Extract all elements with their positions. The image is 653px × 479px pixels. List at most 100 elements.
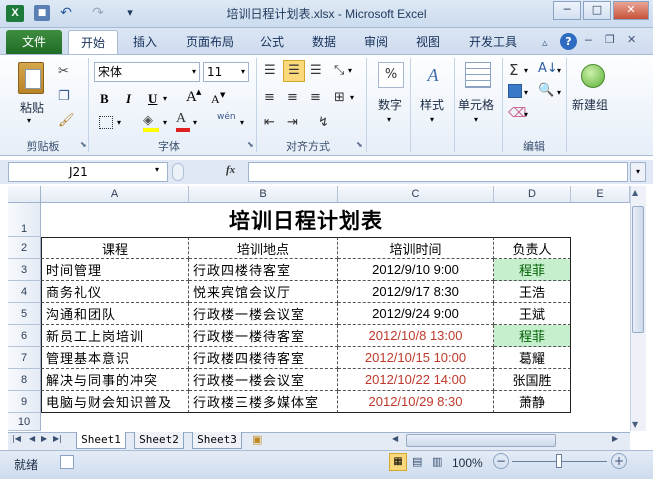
macro-record-icon[interactable] [60, 455, 74, 469]
header-cell-place[interactable]: 培训地点 [189, 237, 338, 259]
clear-dropdown-icon[interactable]: ▾ [524, 110, 528, 119]
row-header-9[interactable]: 9 [8, 391, 41, 413]
number-dropdown-icon[interactable]: ▾ [387, 115, 391, 124]
horizontal-scroll-right-icon[interactable]: ▶ [612, 434, 618, 443]
phonetic-dropdown-icon[interactable]: ▾ [240, 118, 244, 127]
paste-dropdown-icon[interactable]: ▾ [27, 116, 31, 125]
align-right-icon[interactable]: ≡ [310, 90, 321, 105]
tab-page-layout[interactable]: 页面布局 [178, 30, 242, 54]
page-layout-view-icon[interactable]: ▤ [412, 455, 422, 468]
paste-icon[interactable] [18, 62, 44, 94]
close-button[interactable]: ✕ [613, 1, 649, 20]
workbook-restore-icon[interactable]: ❐ [605, 33, 615, 46]
place-cell[interactable]: 悦来宾馆会议厅 [189, 281, 338, 303]
sheet-nav-next-icon[interactable]: ▶ [41, 434, 47, 443]
underline-button[interactable]: U [148, 91, 157, 107]
text-orientation-dropdown-icon[interactable]: ▾ [348, 66, 352, 75]
cells-button[interactable]: 单元格 [458, 96, 494, 113]
zoom-in-icon[interactable]: + [611, 453, 627, 469]
owner-cell[interactable]: 程菲 [494, 259, 571, 281]
time-cell[interactable]: 2012/10/22 14:00 [338, 369, 494, 391]
align-left-icon[interactable]: ≡ [264, 90, 275, 105]
horizontal-scroll-thumb[interactable] [406, 434, 556, 447]
styles-dropdown-icon[interactable]: ▾ [430, 115, 434, 124]
font-color-icon[interactable]: A [176, 111, 190, 132]
fill-color-icon[interactable]: ◈ [143, 113, 159, 132]
merge-center-icon[interactable]: ⊞ [334, 90, 345, 105]
column-header-d[interactable]: D [494, 186, 571, 203]
sheet-nav-prev-icon[interactable]: ◀ [29, 434, 35, 443]
column-header-c[interactable]: C [338, 186, 494, 203]
tab-view[interactable]: 视图 [408, 30, 448, 54]
header-cell-owner[interactable]: 负责人 [494, 237, 571, 259]
number-format-icon[interactable]: % [378, 62, 404, 88]
course-cell[interactable]: 新员工上岗培训 [41, 325, 189, 347]
decrease-indent-icon[interactable]: ⇤ [264, 115, 275, 130]
workbook-minimize-icon[interactable]: ─ [585, 34, 592, 47]
text-orientation-icon[interactable]: ⤡ [334, 63, 344, 78]
align-middle-icon[interactable]: ☰ [283, 60, 305, 82]
autosum-icon[interactable]: Σ [509, 61, 518, 79]
cut-icon[interactable]: ✂ [58, 64, 69, 79]
header-cell-course[interactable]: 课程 [41, 237, 189, 259]
course-cell[interactable]: 商务礼仪 [41, 281, 189, 303]
cells-icon[interactable] [465, 62, 491, 88]
tab-formulas[interactable]: 公式 [252, 30, 292, 54]
italic-button[interactable]: I [126, 91, 131, 107]
align-bottom-icon[interactable]: ☰ [310, 63, 322, 78]
scroll-up-icon[interactable]: ▲ [632, 188, 638, 197]
row-header-4[interactable]: 4 [8, 281, 41, 303]
new-group-icon[interactable] [581, 64, 605, 88]
row-header-1[interactable]: 1 [8, 203, 41, 237]
horizontal-scroll-left-icon[interactable]: ◀ [392, 434, 398, 443]
column-header-a[interactable]: A [41, 186, 189, 203]
place-cell[interactable]: 行政楼一楼会议室 [189, 303, 338, 325]
name-box[interactable]: J21 [8, 162, 168, 182]
formula-input[interactable] [248, 162, 628, 182]
scroll-down-icon[interactable]: ▼ [632, 420, 638, 429]
new-group-button[interactable]: 新建组 [572, 96, 608, 113]
normal-view-icon[interactable]: ▦ [389, 453, 407, 471]
course-cell[interactable]: 沟通和团队 [41, 303, 189, 325]
owner-cell[interactable]: 张国胜 [494, 369, 571, 391]
styles-button[interactable]: 样式 [420, 96, 444, 113]
align-top-icon[interactable]: ☰ [264, 63, 276, 78]
owner-cell[interactable]: 王斌 [494, 303, 571, 325]
workbook-close-icon[interactable]: ✕ [627, 33, 636, 46]
sheet-nav-last-icon[interactable]: ▶| [53, 434, 62, 443]
owner-cell[interactable]: 王浩 [494, 281, 571, 303]
sheet-tab-sheet2[interactable]: Sheet2 [134, 432, 184, 449]
time-cell[interactable]: 2012/10/8 13:00 [338, 325, 494, 347]
borders-icon[interactable] [99, 116, 113, 129]
sheet-nav-first-icon[interactable]: |◀ [12, 434, 21, 443]
styles-icon[interactable]: A [420, 62, 446, 88]
place-cell[interactable]: 行政楼一楼待客室 [189, 325, 338, 347]
insert-function-icon[interactable]: fx [226, 164, 235, 176]
owner-cell[interactable]: 程菲 [494, 325, 571, 347]
chevron-down-icon[interactable]: ▾ [192, 63, 196, 81]
name-box-dropdown-icon[interactable]: ▾ [155, 165, 159, 174]
clipboard-launcher-icon[interactable]: ⬊ [80, 140, 87, 149]
owner-cell[interactable]: 萧静 [494, 391, 571, 413]
help-icon[interactable]: ? [560, 33, 577, 50]
place-cell[interactable]: 行政楼四楼待客室 [189, 347, 338, 369]
paste-button[interactable]: 粘贴 [20, 99, 44, 116]
header-cell-time[interactable]: 培训时间 [338, 237, 494, 259]
zoom-slider-thumb[interactable] [556, 454, 562, 468]
autosum-dropdown-icon[interactable]: ▾ [524, 66, 528, 75]
time-cell[interactable]: 2012/10/29 8:30 [338, 391, 494, 413]
maximize-button[interactable]: □ [583, 1, 611, 20]
tab-developer[interactable]: 开发工具 [461, 30, 525, 54]
zoom-level[interactable]: 100% [452, 456, 483, 470]
place-cell[interactable]: 行政楼一楼会议室 [189, 369, 338, 391]
course-cell[interactable]: 解决与同事的冲突 [41, 369, 189, 391]
minimize-ribbon-icon[interactable]: ▵ [542, 36, 548, 49]
time-cell[interactable]: 2012/9/10 9:00 [338, 259, 494, 281]
merge-dropdown-icon[interactable]: ▾ [350, 93, 354, 102]
bold-button[interactable]: B [100, 91, 109, 107]
find-select-icon[interactable]: 🔍 [538, 83, 554, 98]
zoom-out-icon[interactable]: − [493, 453, 509, 469]
font-name-select[interactable]: 宋体 ▾ [94, 62, 200, 82]
chevron-down-icon[interactable]: ▾ [241, 63, 245, 81]
owner-cell[interactable]: 葛耀 [494, 347, 571, 369]
